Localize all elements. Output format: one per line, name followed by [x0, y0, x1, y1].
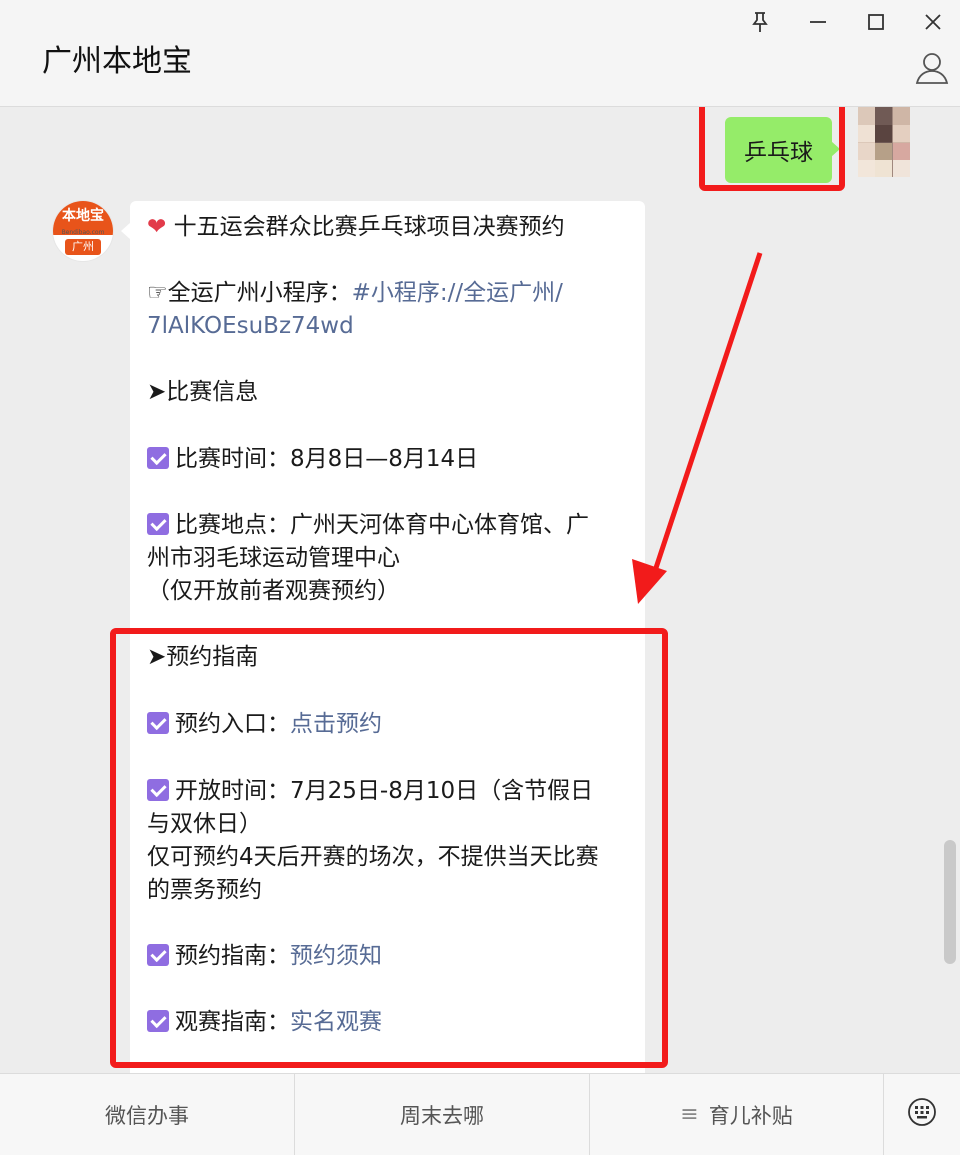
menu-item-weekend[interactable]: 周末去哪 — [295, 1074, 590, 1155]
program-link-cont[interactable]: 7lAlKOEsuBz74wd — [147, 310, 354, 343]
message-title-line: ❤ 十五运会群众比赛乒乓球项目决赛预约 — [147, 211, 565, 244]
minimize-icon[interactable] — [798, 6, 838, 38]
checkbox-icon — [147, 513, 169, 535]
menu-item-childcare-subsidy[interactable]: ≡ 育儿补贴 — [590, 1074, 884, 1155]
keyboard-toggle-button[interactable] — [884, 1074, 960, 1155]
chat-header: 广州本地宝 — [0, 0, 960, 107]
menu-item-label: 周末去哪 — [400, 1103, 484, 1128]
chat-title: 广州本地宝 — [42, 44, 192, 79]
keyboard-icon — [907, 1097, 937, 1132]
section-info-heading: ➤比赛信息 — [147, 379, 259, 405]
maximize-icon[interactable] — [856, 6, 896, 38]
venue-text-2: 州市羽毛球运动管理中心 — [147, 545, 400, 571]
menu-list-icon: ≡ — [680, 1102, 699, 1127]
time-line: 比赛时间：8月8日—8月14日 — [147, 443, 478, 476]
program-link[interactable]: #小程序://全运广州/ — [352, 280, 563, 306]
menu-item-wechat-services[interactable]: 微信办事 — [0, 1074, 295, 1155]
program-label: ☞全运广州小程序： — [147, 280, 352, 306]
heart-icon: ❤ — [147, 214, 167, 240]
avatar-logo-city: 广州 — [65, 239, 101, 255]
venue-line: 比赛地点：广州天河体育中心体育馆、广 — [147, 509, 589, 542]
self-avatar[interactable] — [858, 107, 910, 177]
highlight-box-self — [699, 107, 845, 191]
venue-text-1: 比赛地点：广州天河体育中心体育馆、广 — [175, 512, 589, 538]
checkbox-icon — [147, 447, 169, 469]
chat-area[interactable]: 乒乓球 本地宝 Bendibao.com 广州 ❤ 十五运会群众比赛乒乓球项目决… — [0, 107, 960, 1073]
bottom-menu: 微信办事 周末去哪 ≡ 育儿补贴 — [0, 1073, 960, 1155]
highlight-box-guide — [110, 628, 668, 1068]
venue-text-3: （仅开放前者观赛预约） — [147, 578, 400, 604]
scrollbar-thumb[interactable] — [944, 840, 956, 964]
program-line: ☞全运广州小程序：#小程序://全运广州/ — [147, 277, 563, 310]
message-title: 十五运会群众比赛乒乓球项目决赛预约 — [173, 214, 565, 240]
pin-icon[interactable] — [740, 6, 780, 38]
time-text: 比赛时间：8月8日—8月14日 — [175, 446, 479, 472]
bot-avatar[interactable]: 本地宝 Bendibao.com 广州 — [53, 201, 113, 261]
menu-item-label: 育儿补贴 — [708, 1103, 793, 1128]
close-icon[interactable] — [913, 6, 953, 38]
menu-item-label: 微信办事 — [105, 1103, 189, 1128]
avatar-logo-subtext: Bendibao.com — [61, 229, 105, 236]
user-icon[interactable] — [914, 50, 950, 86]
